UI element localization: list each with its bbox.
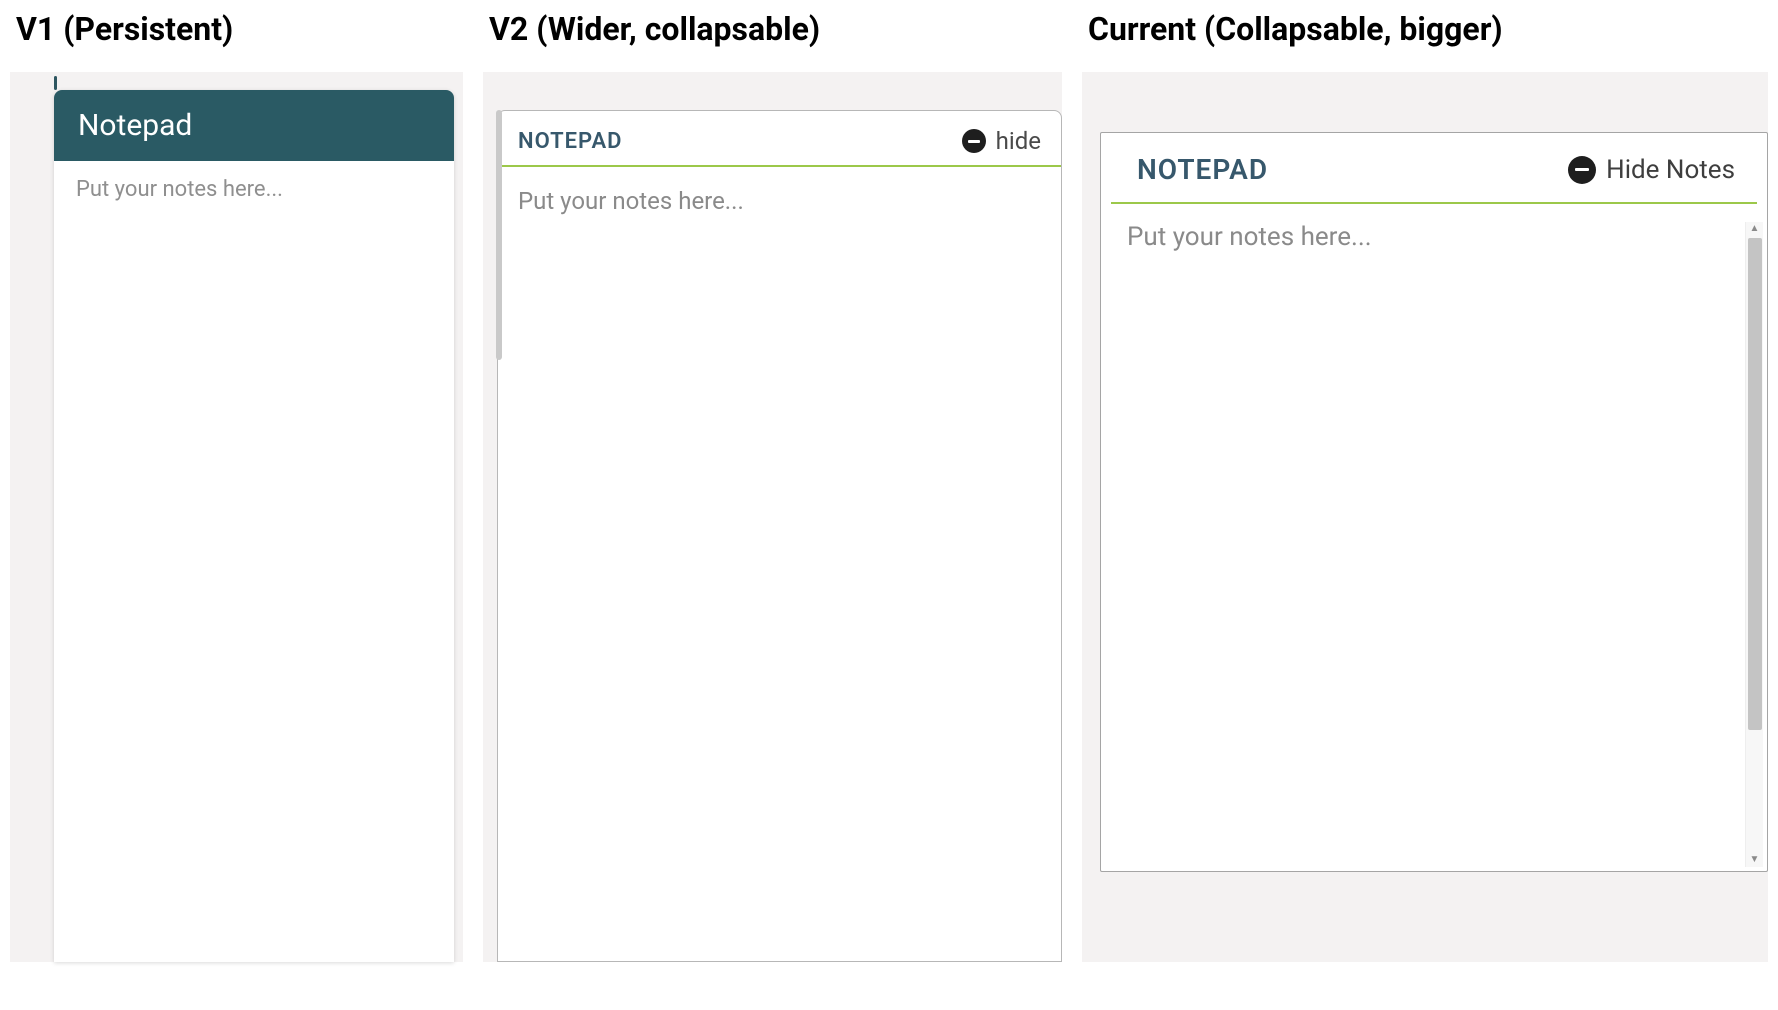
column-v1: V1 (Persistent) Notepad — [10, 10, 463, 962]
current-notepad-title: NOTEPAD — [1137, 153, 1268, 186]
v2-notepad-body — [498, 167, 1061, 961]
current-notes-textarea[interactable] — [1127, 222, 1745, 867]
column-current: Current (Collapsable, bigger) NOTEPAD Hi… — [1082, 10, 1768, 962]
current-hide-label: Hide Notes — [1606, 155, 1735, 185]
minus-circle-icon — [962, 129, 986, 153]
current-stage: NOTEPAD Hide Notes ▲ ▼ — [1082, 72, 1768, 962]
v1-notes-textarea[interactable] — [76, 177, 432, 937]
caption-v1: V1 (Persistent) — [10, 10, 463, 48]
caption-v2: V2 (Wider, collapsable) — [483, 10, 1062, 48]
current-notepad-body: ▲ ▼ — [1101, 204, 1767, 871]
current-notepad-panel: NOTEPAD Hide Notes ▲ ▼ — [1100, 132, 1768, 872]
v2-notepad-header: NOTEPAD hide — [498, 111, 1061, 167]
column-v2: V2 (Wider, collapsable) NOTEPAD hide — [483, 10, 1062, 962]
current-scrollbar[interactable]: ▲ ▼ — [1745, 222, 1763, 867]
scroll-thumb[interactable] — [1748, 238, 1762, 730]
v2-notes-textarea[interactable] — [518, 187, 1041, 937]
v2-stage: NOTEPAD hide — [483, 72, 1062, 962]
v2-notepad-panel: NOTEPAD hide — [497, 110, 1062, 962]
comparison-row: V1 (Persistent) Notepad V2 (Wider, colla… — [0, 0, 1778, 972]
scroll-down-arrow-icon: ▼ — [1750, 853, 1760, 867]
v2-hide-button[interactable]: hide — [962, 127, 1041, 155]
v1-notepad-body — [54, 161, 454, 957]
v2-notepad-title: NOTEPAD — [518, 129, 622, 154]
current-notepad-header: NOTEPAD Hide Notes — [1111, 133, 1757, 204]
v2-hide-label: hide — [996, 127, 1041, 155]
minus-circle-icon — [1568, 156, 1596, 184]
v1-notepad-title: Notepad — [54, 90, 454, 161]
v2-scrollbar[interactable] — [496, 110, 502, 360]
scroll-up-arrow-icon: ▲ — [1750, 222, 1760, 236]
caption-current: Current (Collapsable, bigger) — [1082, 10, 1768, 48]
v1-notepad-panel: Notepad — [54, 90, 454, 962]
v1-edge-decor — [54, 76, 57, 90]
current-hide-button[interactable]: Hide Notes — [1568, 155, 1735, 185]
v1-stage: Notepad — [10, 72, 463, 962]
